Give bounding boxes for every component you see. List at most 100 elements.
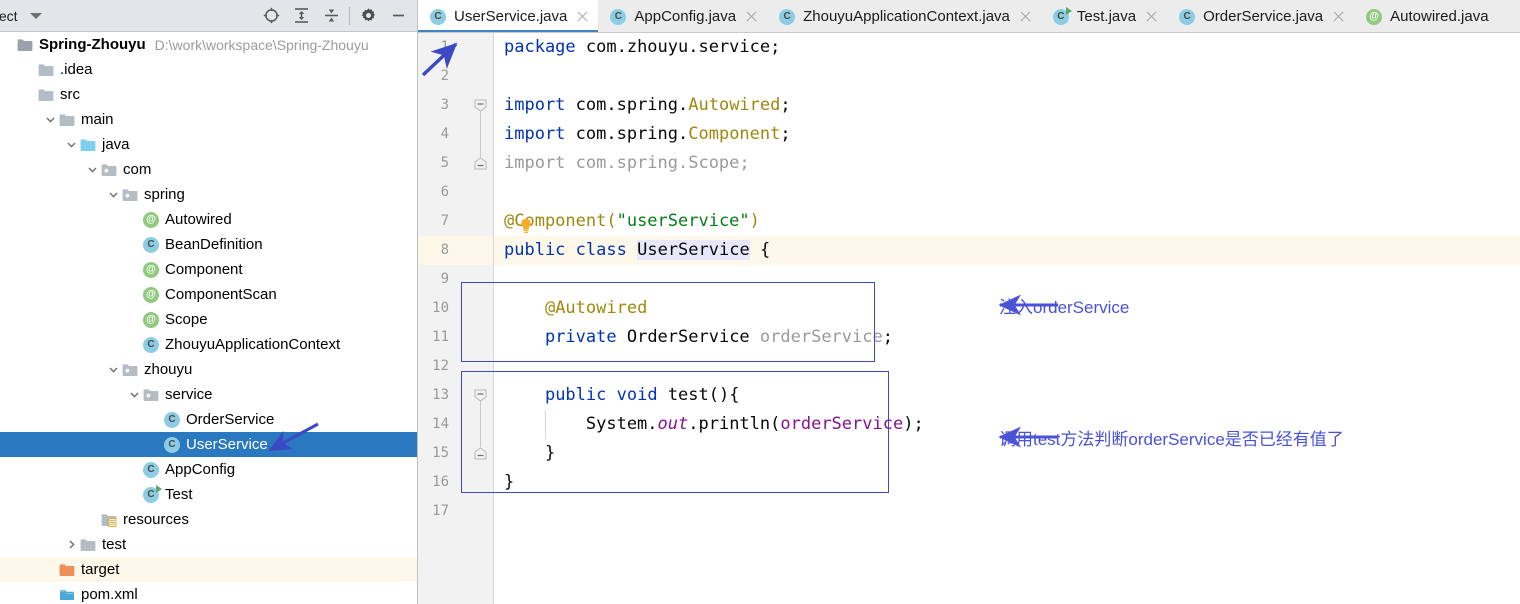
close-icon[interactable] <box>1145 10 1158 23</box>
code-token: import <box>504 95 566 115</box>
class-icon: C <box>609 8 627 26</box>
code-token: } <box>504 472 515 492</box>
chevron-right-icon[interactable] <box>63 537 79 553</box>
tree-item[interactable]: C BeanDefinition <box>0 232 417 257</box>
line-number: 16 <box>432 474 449 490</box>
code-line: @Autowired <box>504 294 647 323</box>
code-line: public void test(){ <box>504 381 740 410</box>
close-icon[interactable] <box>576 10 589 23</box>
annotation-icon: @ <box>142 286 160 304</box>
editor-tab-bar[interactable]: C UserService.java C AppConfig.java C ZhouyuA… <box>418 0 1520 33</box>
annotation-icon: @ <box>1365 8 1383 26</box>
code-token: OrderService <box>616 327 760 347</box>
tree-item[interactable]: Spring-Zhouyu D:\work\workspace\Spring-Zh… <box>0 32 417 57</box>
tree-item[interactable]: @ Autowired <box>0 207 417 232</box>
line-number: 7 <box>440 213 449 229</box>
tree-twisty-spacer <box>84 512 100 528</box>
tree-item-selected[interactable]: C UserService <box>0 432 417 457</box>
class-icon: C <box>163 436 181 454</box>
tree-item[interactable]: resources <box>0 507 417 532</box>
editor-tab[interactable]: C OrderService.java <box>1167 0 1354 32</box>
code-token: { <box>749 240 771 260</box>
code-token: ; <box>882 327 893 347</box>
code-text[interactable]: package com.zhouyu.service; import com.sp… <box>494 33 1520 604</box>
tree-item[interactable]: .idea <box>0 57 417 82</box>
target-folder-icon <box>58 561 76 579</box>
tree-item[interactable]: zhouyu <box>0 357 417 382</box>
code-token: com.spring. <box>565 95 689 115</box>
tree-item[interactable]: target <box>0 557 417 582</box>
editor-tab[interactable]: C AppConfig.java <box>598 0 767 32</box>
close-icon[interactable] <box>745 10 758 23</box>
tree-item[interactable]: @ Scope <box>0 307 417 332</box>
chevron-down-icon[interactable] <box>126 387 142 403</box>
chevron-down-icon[interactable] <box>105 362 121 378</box>
package-icon <box>142 386 160 404</box>
chevron-down-icon[interactable] <box>105 187 121 203</box>
project-panel-title[interactable]: oject <box>0 8 18 24</box>
chevron-down-icon[interactable] <box>84 162 100 178</box>
gear-icon[interactable] <box>353 1 383 31</box>
tree-item[interactable]: spring <box>0 182 417 207</box>
code-line: } <box>504 439 555 468</box>
chevron-down-icon[interactable] <box>63 137 79 153</box>
fold-close-icon[interactable] <box>474 157 487 170</box>
fold-connector <box>480 401 481 447</box>
fold-close-icon[interactable] <box>474 447 487 460</box>
line-number: 14 <box>432 416 449 432</box>
project-path-label: D:\work\workspace\Spring-Zhouyu <box>154 36 369 53</box>
tree-twisty-spacer <box>21 62 37 78</box>
tree-item-label: Scope <box>165 310 208 328</box>
class-icon: C <box>142 236 160 254</box>
project-tree[interactable]: Spring-Zhouyu D:\work\workspace\Spring-Zh… <box>0 32 417 604</box>
minimize-icon[interactable] <box>383 1 413 31</box>
tree-item[interactable]: src <box>0 82 417 107</box>
chevron-down-icon[interactable] <box>42 112 58 128</box>
tree-item[interactable]: C Test <box>0 482 417 507</box>
code-token: com.spring. <box>565 124 689 144</box>
close-icon[interactable] <box>1332 10 1345 23</box>
collapse-all-icon[interactable] <box>316 1 346 31</box>
editor-tab[interactable]: @ Autowired.java <box>1354 0 1497 32</box>
line-number: 1 <box>440 39 449 55</box>
tree-item[interactable]: C AppConfig <box>0 457 417 482</box>
tree-item[interactable]: service <box>0 382 417 407</box>
tree-item[interactable]: test <box>0 532 417 557</box>
tree-twisty-spacer <box>126 262 142 278</box>
editor-gutter[interactable]: 1 2 3 4 5 6 7 8 9 10 11 12 13 14 15 16 17 <box>418 33 494 604</box>
tree-item[interactable]: pom.xml <box>0 582 417 604</box>
code-line: @Component("userService") <box>504 207 760 236</box>
class-icon: C <box>142 336 160 354</box>
code-line: package com.zhouyu.service; <box>504 33 780 62</box>
line-number: 12 <box>432 358 449 374</box>
lightbulb-icon[interactable] <box>519 215 533 244</box>
close-icon[interactable] <box>1019 10 1032 23</box>
chevron-down-icon[interactable] <box>29 12 42 19</box>
expand-all-icon[interactable] <box>286 1 316 31</box>
line-number: 11 <box>432 329 449 345</box>
tree-item[interactable]: java <box>0 132 417 157</box>
code-token: Component <box>688 124 781 144</box>
tree-item[interactable]: com <box>0 157 417 182</box>
code-token: class <box>575 240 627 260</box>
tree-item[interactable]: @ Component <box>0 257 417 282</box>
code-token: import com.spring.Scope; <box>504 153 750 173</box>
code-token: ; <box>780 95 791 115</box>
editor-tab[interactable]: C ZhouyuApplicationContext.java <box>767 0 1041 32</box>
locate-icon[interactable] <box>256 1 286 31</box>
tree-item-label: Component <box>165 260 243 278</box>
tree-item[interactable]: @ ComponentScan <box>0 282 417 307</box>
tree-item[interactable]: C OrderService <box>0 407 417 432</box>
tree-item-label: Spring-Zhouyu <box>39 35 146 53</box>
code-token: UserService <box>637 240 750 260</box>
tree-item[interactable]: main <box>0 107 417 132</box>
tree-twisty-spacer <box>126 312 142 328</box>
editor-tab[interactable]: C Test.java <box>1041 0 1167 32</box>
tree-item[interactable]: C ZhouyuApplicationContext <box>0 332 417 357</box>
editor-tab-active[interactable]: C UserService.java <box>418 0 599 32</box>
annotation-icon: @ <box>142 261 160 279</box>
